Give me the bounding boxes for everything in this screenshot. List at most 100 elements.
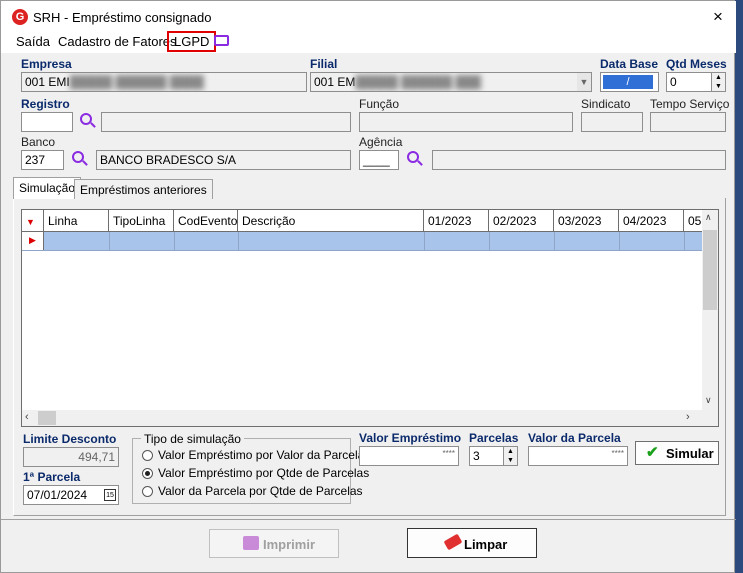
- scroll-right-icon[interactable]: ›: [686, 411, 690, 423]
- radio-label-valor-por-parcela[interactable]: Valor Empréstimo por Valor da Parcela: [158, 448, 364, 462]
- col-codevento[interactable]: CodEvento: [174, 210, 238, 232]
- tab-emprestimos-anteriores[interactable]: Empréstimos anteriores: [74, 179, 213, 199]
- limite-desconto-field: 494,71: [23, 447, 119, 467]
- parcelas-stepper[interactable]: 3 ▲ ▼: [469, 446, 518, 466]
- data-base-value: /: [603, 75, 653, 89]
- valor-emprestimo-label: Valor Empréstimo: [359, 431, 462, 445]
- tempo-servico-label: Tempo Serviço: [650, 97, 730, 111]
- parcelas-spin-icon[interactable]: ▲ ▼: [503, 447, 517, 465]
- radio-valor-por-qtde[interactable]: [142, 468, 153, 479]
- empresa-select[interactable]: 001 EMI█████ ██████ ████: [21, 72, 307, 92]
- tab-simulacao[interactable]: Simulação: [13, 177, 82, 199]
- simulation-grid[interactable]: ▼ Linha TipoLinha CodEvento Descrição 01…: [21, 209, 719, 427]
- scroll-down-icon[interactable]: ∨: [705, 395, 712, 406]
- monitor-icon[interactable]: [214, 35, 229, 46]
- sindicato-label: Sindicato: [581, 97, 631, 111]
- limpar-button[interactable]: Limpar: [407, 528, 537, 558]
- scroll-up-icon[interactable]: ∧: [705, 212, 712, 223]
- check-icon: ✔: [646, 444, 659, 461]
- scroll-left-icon[interactable]: ‹: [25, 411, 29, 423]
- grid-corner[interactable]: ▼: [22, 210, 44, 232]
- row-divider: [109, 232, 110, 250]
- calendar-icon[interactable]: 15: [104, 489, 116, 501]
- funcao-label: Função: [359, 97, 400, 111]
- data-base-field[interactable]: /: [600, 72, 659, 92]
- imprimir-button[interactable]: Imprimir: [209, 529, 339, 558]
- filial-label: Filial: [310, 57, 338, 71]
- col-05-2023[interactable]: 05: [684, 210, 702, 232]
- primeira-parcela-value: 07/01/2024: [27, 488, 88, 502]
- app-logo-icon: G: [12, 9, 28, 25]
- funcao-field: [359, 112, 573, 132]
- col-descricao[interactable]: Descrição: [238, 210, 424, 232]
- data-base-label: Data Base: [600, 57, 659, 71]
- banco-name-field: BANCO BRADESCO S/A: [96, 150, 351, 170]
- col-04-2023[interactable]: 04/2023: [619, 210, 684, 232]
- radio-parcela-por-qtde[interactable]: [142, 486, 153, 497]
- radio-label-parcela-por-qtde[interactable]: Valor da Parcela por Qtde de Parcelas: [158, 484, 363, 498]
- vertical-scroll-thumb[interactable]: [703, 230, 717, 310]
- banco-code-input[interactable]: 237: [21, 150, 64, 170]
- registro-input[interactable]: [21, 112, 73, 132]
- empresa-value-obscured: █████ ██████ ████: [69, 75, 204, 89]
- limpar-label: Limpar: [464, 537, 508, 552]
- empresa-value: 001 EMI: [25, 75, 70, 89]
- vertical-scrollbar[interactable]: ∧ ∨: [702, 210, 718, 410]
- agencia-input[interactable]: ____: [359, 150, 399, 170]
- horizontal-scroll-thumb[interactable]: [38, 411, 56, 425]
- parcelas-value: 3: [473, 449, 480, 463]
- agencia-search-icon-handle: [417, 160, 423, 166]
- banco-search-icon-handle: [82, 160, 88, 166]
- row-divider: [424, 232, 425, 250]
- qtd-meses-stepper[interactable]: 0 ▲ ▼: [666, 72, 726, 92]
- registro-label: Registro: [21, 97, 70, 111]
- footer-divider: [1, 519, 736, 520]
- row-divider: [174, 232, 175, 250]
- col-tipolinha[interactable]: TipoLinha: [109, 210, 174, 232]
- valor-emprestimo-input[interactable]: ****: [359, 446, 459, 466]
- row-indicator: ▶: [22, 232, 44, 250]
- radio-valor-por-parcela[interactable]: [142, 450, 153, 461]
- qtd-meses-value: 0: [670, 75, 677, 89]
- registro-search-icon-handle: [90, 122, 96, 128]
- registro-name-field: [101, 112, 351, 132]
- tipo-simulacao-legend: Tipo de simulação: [141, 432, 244, 446]
- menu-lgpd[interactable]: LGPD: [167, 31, 217, 52]
- grid-header: ▼ Linha TipoLinha CodEvento Descrição 01…: [22, 210, 702, 232]
- agencia-label: Agência: [359, 135, 403, 149]
- parcelas-label: Parcelas: [469, 431, 519, 445]
- primeira-parcela-date[interactable]: 07/01/2024 15: [23, 485, 119, 505]
- valor-parcela-label: Valor da Parcela: [528, 431, 621, 445]
- row-divider: [619, 232, 620, 250]
- col-linha[interactable]: Linha: [44, 210, 109, 232]
- simular-label: Simular: [666, 446, 714, 461]
- filial-select[interactable]: 001 EM█████ ██████ ███: [310, 72, 592, 92]
- background-window-edge: [735, 0, 743, 573]
- filial-dropdown-icon[interactable]: ▼: [577, 73, 591, 91]
- row-divider: [489, 232, 490, 250]
- agencia-name-field: [432, 150, 726, 170]
- empresa-label: Empresa: [21, 57, 72, 71]
- col-02-2023[interactable]: 02/2023: [489, 210, 554, 232]
- radio-label-valor-por-qtde[interactable]: Valor Empréstimo por Qtde de Parcelas: [158, 466, 369, 480]
- table-row[interactable]: ▶: [22, 232, 702, 251]
- qtd-meses-label: Qtd Meses: [666, 57, 727, 71]
- close-icon[interactable]: ×: [713, 7, 723, 27]
- dialog-window: G SRH - Empréstimo consignado × Saída Ca…: [0, 0, 736, 573]
- current-row-icon: ▶: [29, 235, 36, 245]
- filial-value-obscured: █████ ██████ ███: [355, 75, 482, 89]
- eraser-icon: [443, 533, 463, 551]
- sort-down-icon: ▼: [26, 217, 35, 227]
- horizontal-scrollbar[interactable]: ‹ ›: [22, 410, 718, 426]
- primeira-parcela-label: 1ª Parcela: [23, 470, 81, 484]
- col-01-2023[interactable]: 01/2023: [424, 210, 489, 232]
- row-divider: [238, 232, 239, 250]
- printer-icon: [243, 536, 259, 550]
- menu-saida[interactable]: Saída: [16, 34, 50, 49]
- sindicato-field: [581, 112, 643, 132]
- col-03-2023[interactable]: 03/2023: [554, 210, 619, 232]
- menu-cadastro-fatores[interactable]: Cadastro de Fatores: [58, 34, 177, 49]
- simular-button[interactable]: ✔ Simular: [635, 441, 719, 465]
- qtd-meses-spin-icon[interactable]: ▲ ▼: [711, 73, 725, 91]
- valor-parcela-input[interactable]: ****: [528, 446, 628, 466]
